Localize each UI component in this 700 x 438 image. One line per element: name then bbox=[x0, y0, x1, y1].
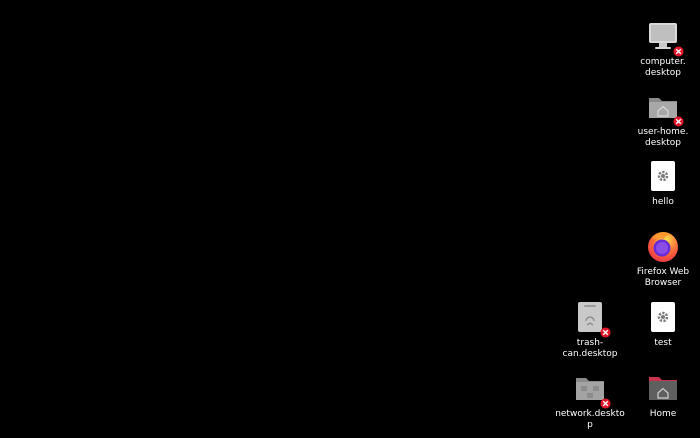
desktop[interactable]: computer. desktop user-home. desktop hel… bbox=[0, 0, 700, 438]
desktop-icon-test[interactable]: test bbox=[626, 299, 700, 349]
settings-file-icon bbox=[645, 299, 681, 335]
broken-link-badge-icon bbox=[600, 398, 611, 409]
desktop-icon-user-home[interactable]: user-home. desktop bbox=[626, 88, 700, 149]
desktop-icon-firefox[interactable]: Firefox Web Browser bbox=[626, 228, 700, 289]
folder-home-icon bbox=[645, 88, 684, 127]
desktop-icon-hello[interactable]: hello bbox=[626, 158, 700, 208]
broken-link-badge-icon bbox=[673, 46, 684, 57]
desktop-icon-label: network.desktop bbox=[555, 409, 625, 430]
network-folder-icon bbox=[572, 370, 611, 409]
desktop-icon-network[interactable]: network.desktop bbox=[553, 370, 627, 431]
desktop-icon-label: test bbox=[654, 338, 672, 348]
desktop-icon-home[interactable]: Home bbox=[626, 370, 700, 420]
trash-icon bbox=[572, 299, 611, 338]
home-folder-icon bbox=[645, 370, 681, 406]
firefox-icon bbox=[645, 228, 681, 264]
desktop-icon-trash-can[interactable]: trash-can.desktop bbox=[553, 299, 627, 360]
broken-link-badge-icon bbox=[600, 327, 611, 338]
desktop-icon-label: Home bbox=[649, 409, 677, 419]
computer-icon bbox=[645, 18, 684, 57]
desktop-icon-label: computer. desktop bbox=[640, 57, 686, 78]
desktop-icon-computer[interactable]: computer. desktop bbox=[626, 18, 700, 79]
broken-link-badge-icon bbox=[673, 116, 684, 127]
settings-file-icon bbox=[645, 158, 681, 194]
desktop-icon-label: Firefox Web Browser bbox=[636, 267, 690, 288]
desktop-icon-label: trash-can.desktop bbox=[562, 338, 618, 359]
desktop-icon-label: user-home. desktop bbox=[637, 127, 689, 148]
desktop-icon-label: hello bbox=[652, 197, 674, 207]
